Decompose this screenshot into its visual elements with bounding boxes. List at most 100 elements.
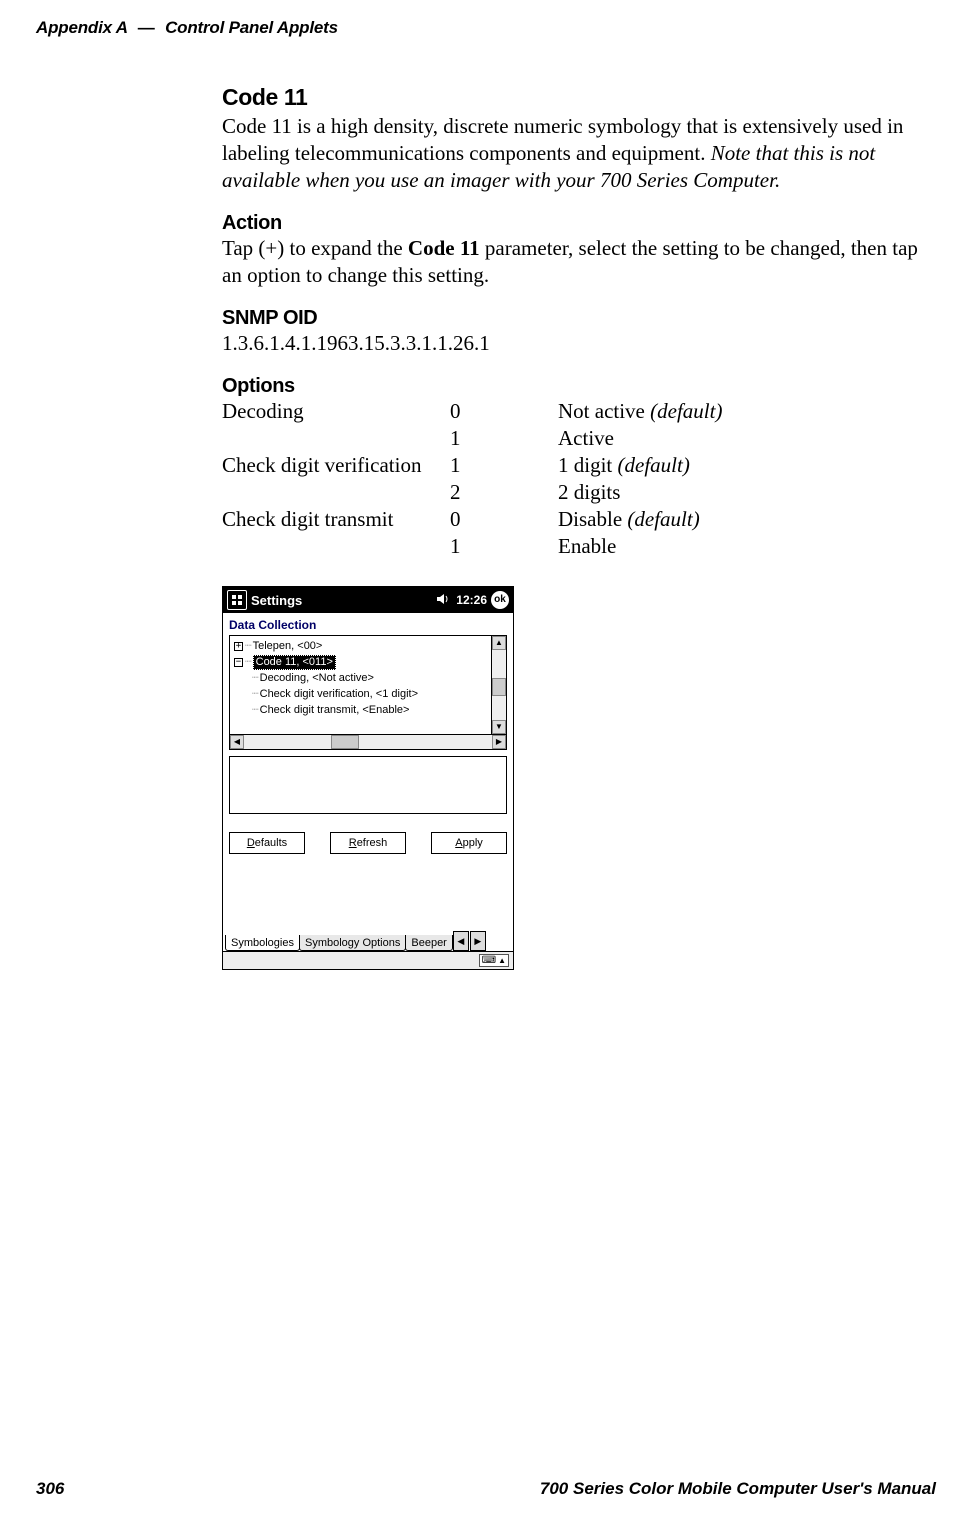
heading-code11: Code 11 — [222, 84, 938, 111]
apply-button[interactable]: Apply — [431, 832, 507, 854]
header-letter: A — [116, 18, 127, 37]
opt-desc-text: Not active — [558, 399, 650, 423]
scroll-down-icon[interactable]: ▼ — [492, 720, 506, 734]
btn-rest: pply — [463, 837, 483, 849]
tree-label: Decoding, <Not active> — [260, 670, 374, 686]
opt-code: 1 — [450, 425, 558, 452]
options-table: Decoding 0 Not active (default) 1 Active… — [222, 398, 938, 560]
button-row: Defaults Refresh Apply — [229, 832, 507, 854]
scroll-track[interactable] — [492, 650, 506, 720]
para-code11: Code 11 is a high density, discrete nume… — [222, 113, 938, 194]
header-dash: — — [138, 18, 155, 37]
chevron-up-icon: ▲ — [498, 956, 506, 965]
content-column: Code 11 Code 11 is a high density, discr… — [222, 78, 938, 970]
tree-label: Check digit transmit, <Enable> — [260, 702, 410, 718]
heading-action: Action — [222, 212, 938, 235]
tab-beeper[interactable]: Beeper — [405, 935, 452, 951]
para-action-pre: Tap (+) to expand the — [222, 236, 408, 260]
opt-code: 1 — [450, 533, 558, 560]
opt-code: 0 — [450, 506, 558, 533]
btn-rest: efaults — [255, 837, 287, 849]
sip-bar: ⌨▲ — [223, 951, 513, 969]
opt-param — [222, 533, 450, 560]
opt-desc: Disable (default) — [558, 506, 938, 533]
opt-code: 0 — [450, 398, 558, 425]
tab-symbology-options[interactable]: Symbology Options — [299, 935, 406, 951]
opt-default: (default) — [618, 453, 690, 477]
tree-node-check-digit-transmit[interactable]: ┈ Check digit transmit, <Enable> — [234, 702, 491, 718]
opt-desc-text: Disable — [558, 507, 627, 531]
book-title: 700 Series Color Mobile Computer User's … — [540, 1479, 936, 1499]
option-edit-box[interactable] — [229, 756, 507, 814]
tree-label-selected: Code 11, <011> — [253, 655, 336, 670]
tree-label: Check digit verification, <1 digit> — [260, 686, 418, 702]
expand-icon[interactable]: + — [234, 642, 243, 651]
collapse-icon[interactable]: − — [234, 658, 243, 667]
sip-button[interactable]: ⌨▲ — [479, 954, 509, 967]
titlebar-clock: 12:26 — [456, 593, 487, 607]
running-header: Appendix A — Control Panel Applets — [36, 18, 936, 38]
btn-accel: A — [455, 837, 462, 849]
ok-button[interactable]: ok — [491, 591, 509, 609]
opt-param — [222, 425, 450, 452]
tree-node-telepen[interactable]: + ┈ Telepen, <00> — [234, 638, 491, 654]
tab-symbologies[interactable]: Symbologies — [225, 935, 300, 951]
heading-options: Options — [222, 375, 938, 398]
para-action: Tap (+) to expand the Code 11 parameter,… — [222, 235, 938, 289]
applet-title: Data Collection — [223, 613, 513, 635]
opt-desc: Enable — [558, 533, 938, 560]
h-scrollbar[interactable]: ◀ ▶ — [229, 735, 507, 750]
opt-desc-text: 2 digits — [558, 480, 620, 504]
opt-code: 2 — [450, 479, 558, 506]
opt-param: Decoding — [222, 398, 450, 425]
titlebar-app: Settings — [251, 593, 436, 608]
opt-default: (default) — [627, 507, 699, 531]
tab-bar: Symbologies Symbology Options Beeper ◀ ▶ — [223, 929, 513, 951]
volume-icon[interactable] — [436, 593, 450, 608]
page-number: 306 — [36, 1479, 64, 1499]
tree-label: Telepen, <00> — [253, 638, 323, 654]
tree-connector: ┈ — [252, 702, 258, 718]
scroll-thumb[interactable] — [331, 735, 359, 749]
opt-desc: Not active (default) — [558, 398, 938, 425]
tab-scroll-left-icon[interactable]: ◀ — [453, 931, 469, 951]
tree-node-check-digit-verif[interactable]: ┈ Check digit verification, <1 digit> — [234, 686, 491, 702]
tree-view[interactable]: + ┈ Telepen, <00> − ┈ Code 11, <011> ┈ D… — [229, 635, 507, 735]
tree-node-code11[interactable]: − ┈ Code 11, <011> — [234, 654, 491, 670]
pocketpc-screenshot: Settings 12:26 ok Data Collection + ┈ Te… — [222, 586, 514, 970]
opt-desc: 2 digits — [558, 479, 938, 506]
v-scrollbar[interactable]: ▲ ▼ — [491, 636, 506, 734]
tree-connector: ┈ — [245, 654, 251, 670]
scroll-thumb[interactable] — [492, 678, 506, 696]
header-left: Appendix A — Control Panel Applets — [36, 18, 338, 38]
tree-connector: ┈ — [252, 686, 258, 702]
tree-node-decoding[interactable]: ┈ Decoding, <Not active> — [234, 670, 491, 686]
scroll-track[interactable] — [244, 735, 492, 749]
tab-scroll-right-icon[interactable]: ▶ — [470, 931, 486, 951]
opt-desc-text: Active — [558, 426, 614, 450]
para-action-bold: Code 11 — [408, 236, 480, 260]
tree-content[interactable]: + ┈ Telepen, <00> − ┈ Code 11, <011> ┈ D… — [230, 636, 491, 734]
opt-code: 1 — [450, 452, 558, 479]
btn-accel: D — [247, 837, 255, 849]
heading-snmp: SNMP OID — [222, 307, 938, 330]
running-footer: 306 700 Series Color Mobile Computer Use… — [36, 1479, 936, 1499]
header-appendix: Appendix — [36, 18, 112, 37]
refresh-button[interactable]: Refresh — [330, 832, 406, 854]
titlebar: Settings 12:26 ok — [223, 587, 513, 613]
opt-desc: 1 digit (default) — [558, 452, 938, 479]
scroll-right-icon[interactable]: ▶ — [492, 735, 506, 749]
keyboard-icon: ⌨ — [482, 955, 496, 966]
btn-rest: efresh — [357, 837, 388, 849]
tree-connector: ┈ — [252, 670, 258, 686]
tree-connector: ┈ — [245, 638, 251, 654]
opt-desc-text: 1 digit — [558, 453, 618, 477]
opt-desc-text: Enable — [558, 534, 616, 558]
snmp-oid-value: 1.3.6.1.4.1.1963.15.3.3.1.1.26.1 — [222, 330, 938, 357]
scroll-left-icon[interactable]: ◀ — [230, 735, 244, 749]
defaults-button[interactable]: Defaults — [229, 832, 305, 854]
start-icon[interactable] — [227, 590, 247, 610]
btn-accel: R — [349, 837, 357, 849]
scroll-up-icon[interactable]: ▲ — [492, 636, 506, 650]
opt-param: Check digit verification — [222, 452, 450, 479]
